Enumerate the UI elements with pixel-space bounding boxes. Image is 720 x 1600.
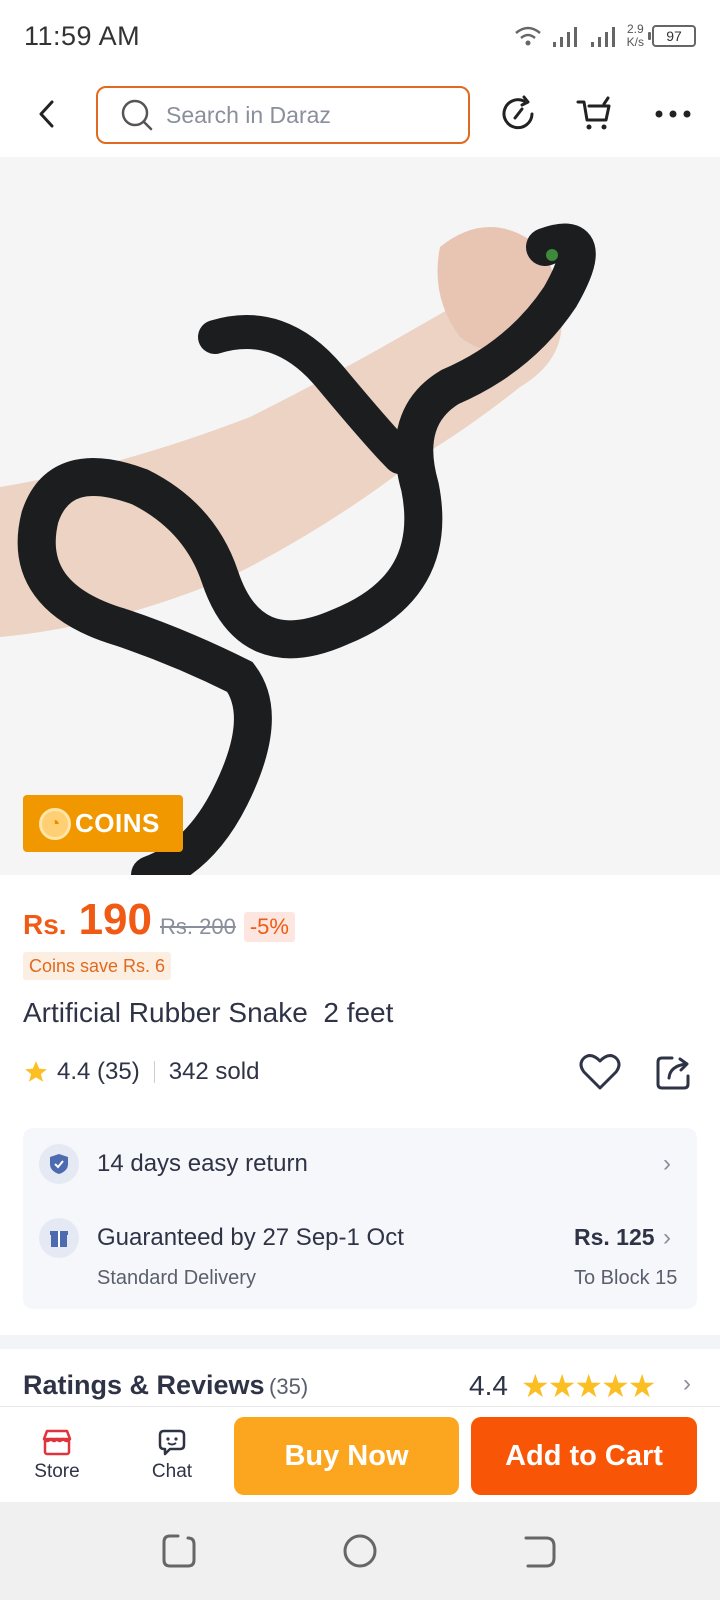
original-price: Rs. 200 <box>160 914 236 939</box>
rating-value: 4.4 (35) <box>57 1058 140 1085</box>
rating-stars: ★★★★★ <box>521 1370 656 1404</box>
coins-badge: ◔ COINS <box>23 795 183 852</box>
chat-icon <box>158 1429 186 1456</box>
product-title: Artificial Rubber Snake 2 feet <box>23 997 394 1028</box>
price-currency: Rs. <box>23 909 67 940</box>
back-button[interactable] <box>22 89 72 139</box>
network-speed: 2.9 K/s <box>626 22 644 49</box>
back-arrow-icon <box>39 100 54 128</box>
search-icon <box>121 99 153 131</box>
more-button[interactable] <box>648 89 698 139</box>
price-row: Rs. 190 Rs. 200 -5% <box>23 895 295 945</box>
store-button[interactable]: Store <box>12 1407 102 1503</box>
recent-apps-icon[interactable] <box>158 1530 200 1572</box>
bottom-action-bar: Store Chat Buy Now Add to Cart <box>0 1406 720 1502</box>
wishlist-button[interactable] <box>578 1050 622 1094</box>
coins-badge-label: COINS <box>75 808 160 838</box>
history-refresh-icon <box>502 95 534 130</box>
status-time: 11:59 AM <box>24 20 141 51</box>
product-image[interactable] <box>0 157 720 875</box>
add-to-cart-button[interactable]: Add to Cart <box>471 1417 697 1495</box>
chevron-right-icon: › <box>663 1224 671 1251</box>
chat-label: Chat <box>151 1461 193 1482</box>
search-placeholder: Search in Daraz <box>166 101 331 128</box>
reviews-title: Ratings & Reviews <box>23 1370 265 1400</box>
shield-check-icon <box>39 1144 79 1184</box>
divider <box>153 1061 155 1083</box>
chevron-right-icon: › <box>663 1150 671 1177</box>
reviews-header[interactable]: Ratings & Reviews (35) 4.4 ★★★★★ › <box>23 1370 697 1406</box>
chevron-right-icon: › <box>683 1370 691 1397</box>
reviews-score: 4.4 <box>469 1370 508 1401</box>
delivery-destination: To Block 15 <box>574 1267 678 1289</box>
wifi-icon <box>514 26 541 46</box>
status-bar: 11:59 AM 2.9 K/s 97 <box>0 0 720 72</box>
store-icon <box>42 1429 72 1456</box>
share-icon <box>656 1056 690 1090</box>
signal-icon-2 <box>590 27 615 47</box>
history-button[interactable] <box>493 89 543 139</box>
back-nav-icon[interactable] <box>518 1530 560 1572</box>
search-input[interactable]: Search in Daraz <box>96 86 470 144</box>
share-button[interactable] <box>652 1050 696 1094</box>
cart-button[interactable] <box>570 89 620 139</box>
buy-now-button[interactable]: Buy Now <box>234 1417 459 1495</box>
return-policy-text: 14 days easy return <box>97 1150 308 1177</box>
status-icons: 2.9 K/s 97 <box>513 23 696 49</box>
delivery-fee: Rs. 125 <box>574 1224 655 1250</box>
signal-icon <box>552 27 577 47</box>
battery-icon: 97 <box>648 25 696 47</box>
heart-icon <box>579 1054 621 1090</box>
section-divider <box>0 1335 720 1349</box>
store-label: Store <box>34 1461 80 1482</box>
gift-box-icon <box>39 1218 79 1258</box>
rating-summary[interactable]: 4.4 (35) 342 sold <box>23 1058 259 1086</box>
star-icon <box>25 1061 47 1082</box>
service-card: 14 days easy return › Guaranteed by 27 S… <box>23 1128 697 1309</box>
coins-save-tag: Coins save Rs. 6 <box>23 952 172 980</box>
price-value: 190 <box>78 895 152 944</box>
home-icon[interactable] <box>339 1530 381 1572</box>
header: Search in Daraz <box>0 82 720 146</box>
delivery-type: Standard Delivery <box>97 1267 256 1289</box>
cart-icon <box>576 96 611 130</box>
product-photo-snake <box>0 157 720 875</box>
system-navigation-bar <box>0 1502 720 1600</box>
delivery-guarantee-text: Guaranteed by 27 Sep-1 Oct <box>97 1224 404 1251</box>
discount-badge: -5% <box>243 912 295 942</box>
more-dots-icon <box>655 110 691 118</box>
coin-icon: ◔ <box>39 807 71 840</box>
reviews-count: (35) <box>269 1374 309 1399</box>
chat-button[interactable]: Chat <box>127 1407 217 1503</box>
sold-count: 342 sold <box>168 1058 260 1085</box>
